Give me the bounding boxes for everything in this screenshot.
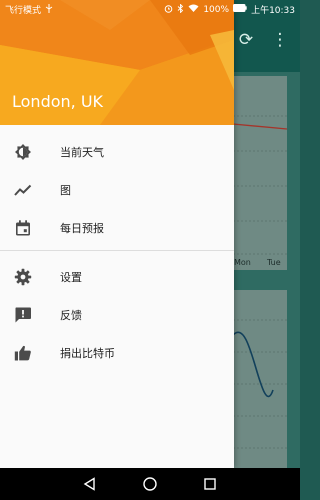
calendar-icon [14,219,32,237]
home-button[interactable] [139,473,161,495]
battery-percentage: 100% [203,4,230,15]
status-bar: 飞行模式 100% 上午10:33 [0,0,300,19]
axis-label-tue: Tue [267,258,281,267]
more-options-icon[interactable]: ⋮ [270,30,290,50]
airplane-mode-text: 飞行模式 [5,6,42,16]
menu-label-settings: 设置 [60,271,82,284]
wifi-icon [188,4,199,15]
recents-button[interactable] [199,473,221,495]
menu-item-current-weather[interactable]: 当前天气 [0,133,234,171]
menu-item-graphs[interactable]: 图 [0,171,234,209]
trending-up-icon [14,181,32,199]
chart-grid [233,115,287,255]
alarm-icon [164,4,173,16]
menu-label-donate-bitcoin: 捐出比特币 [60,347,115,360]
recents-square-icon [204,478,216,490]
brightness-icon [14,143,32,161]
temperature-line [233,123,287,130]
menu-item-settings[interactable]: 设置 [0,258,234,296]
secondary-menu: 设置 反馈 捐出比特币 [0,258,234,372]
menu-item-daily-forecast[interactable]: 每日预报 [0,209,234,247]
status-left: 飞行模式 [5,3,53,16]
bluetooth-icon [177,2,184,16]
thumb-up-icon [14,344,32,362]
feedback-icon [14,306,32,324]
menu-item-donate-bitcoin[interactable]: 捐出比特币 [0,334,234,372]
chart-card-temperature [233,76,287,270]
back-triangle-icon [83,477,95,491]
menu-label-graphs: 图 [60,184,71,197]
menu-label-feedback: 反馈 [60,309,82,322]
status-right: 100% 上午10:33 [164,2,295,16]
primary-menu: 当前天气 图 每日预报 [0,133,234,247]
menu-item-feedback[interactable]: 反馈 [0,296,234,334]
axis-label-mon: Mon [234,258,251,267]
menu-label-current-weather: 当前天气 [60,146,104,159]
navigation-drawer: London, UK 当前天气 图 每日预报 设置 反馈 捐出比特币 [0,0,234,468]
home-circle-icon [143,477,157,491]
drawer-location-title: London, UK [12,92,104,111]
settings-icon [14,268,32,286]
clock-time: 上午10:33 [251,6,295,16]
back-button[interactable] [79,473,101,495]
refresh-icon[interactable]: ⟳ [236,30,256,50]
chart-card-precipitation [233,290,287,468]
battery-icon [233,4,247,15]
precipitation-line [233,331,274,398]
chart-grid-2 [233,319,287,449]
screen: ⟳ ⋮ Mon Tue 飞行模式 100% 上午10:33 London, UK… [0,0,300,500]
menu-label-daily-forecast: 每日预报 [60,222,104,235]
navigation-bar [0,468,300,500]
usb-icon [45,3,53,16]
menu-divider [0,250,234,251]
